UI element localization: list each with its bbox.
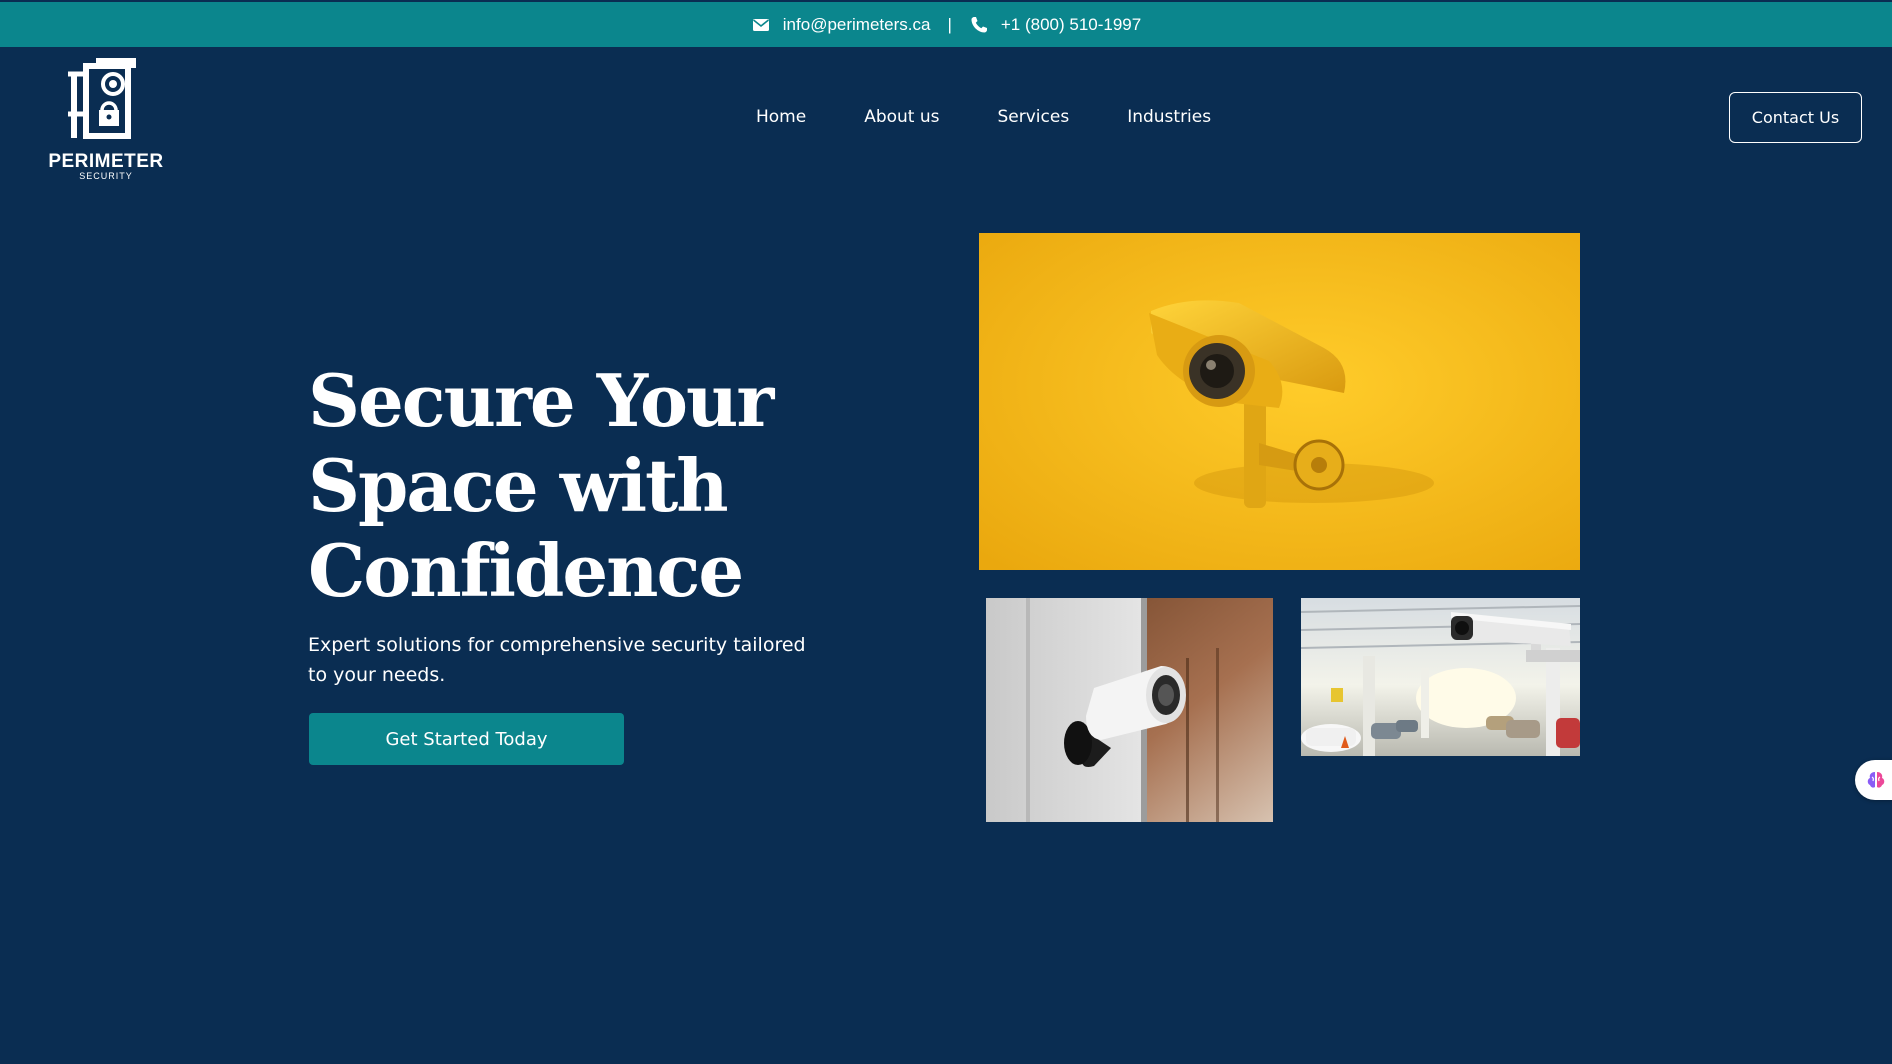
hero-title-line-1: Secure Your [308,358,774,443]
get-started-button[interactable]: Get Started Today [309,713,624,765]
perimeter-logo-icon [68,58,136,139]
yellow-cctv-camera-image [979,233,1580,570]
nav-industries[interactable]: Industries [1127,107,1211,127]
hero-title-line-3: Confidence [308,528,744,613]
logo-subtitle: SECURITY [79,171,133,181]
hero-title: Secure Your Space with Confidence [308,358,828,613]
email-contact[interactable]: info@perimeters.ca [751,15,931,35]
wall-mounted-camera-image [986,598,1273,822]
hero-subtitle: Expert solutions for comprehensive secur… [308,634,806,686]
phone-text[interactable]: +1 (800) 510-1997 [1001,15,1141,35]
nav-home[interactable]: Home [756,107,806,127]
top-contact-bar: info@perimeters.ca | +1 (800) 510-1997 [0,0,1892,47]
envelope-icon [751,15,771,35]
contact-us-button[interactable]: Contact Us [1729,92,1862,143]
main-nav: Home About us Services Industries [756,107,1211,127]
contact-separator: | [947,14,952,34]
phone-contact[interactable]: +1 (800) 510-1997 [969,15,1141,35]
assistant-widget[interactable] [1855,760,1892,800]
email-text[interactable]: info@perimeters.ca [783,15,931,35]
nav-services[interactable]: Services [998,107,1070,127]
logo[interactable]: PERIMETER SECURITY [46,54,166,184]
parking-garage-camera-image [1301,598,1580,756]
logo-name: PERIMETER [48,151,164,172]
hero-title-line-2: Space with [308,443,729,528]
phone-icon [969,15,989,35]
site-header: PERIMETER SECURITY Home About us Service… [0,47,1892,189]
brain-icon [1867,772,1885,788]
nav-about-us[interactable]: About us [864,107,939,127]
